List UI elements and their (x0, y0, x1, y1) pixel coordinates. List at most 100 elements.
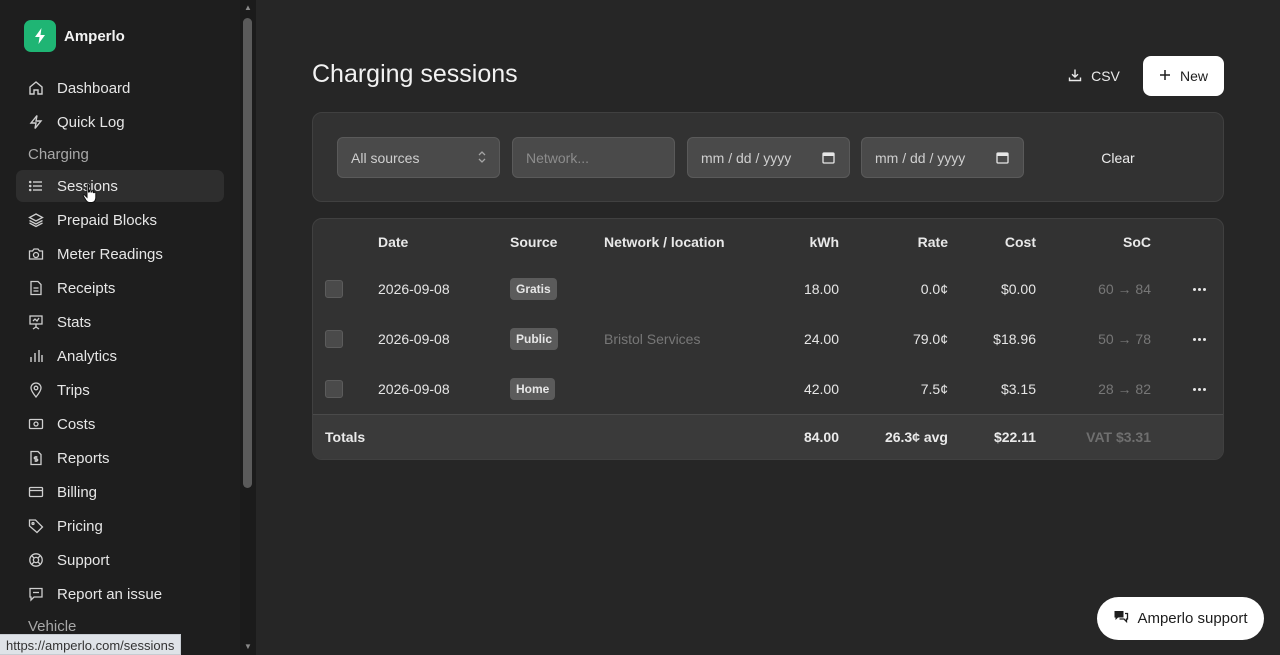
sidebar-item-analytics[interactable]: Analytics (16, 340, 224, 372)
cell-kwh: 18.00 (803, 281, 839, 297)
support-label: Amperlo support (1137, 610, 1248, 627)
sidebar-item-costs[interactable]: Costs (16, 408, 224, 440)
sidebar-item-sessions[interactable]: Sessions (16, 170, 224, 202)
table-row[interactable]: 2026-09-08 Public Bristol Services 24.00… (313, 314, 1223, 364)
totals-kwh: 84.00 (803, 429, 839, 445)
sidebar-item-support[interactable]: Support (16, 544, 224, 576)
lifebuoy-icon (28, 552, 44, 568)
column-header-soc[interactable]: SoC (1123, 234, 1151, 250)
status-bar-url: https://amperlo.com/sessions (0, 634, 182, 655)
cell-network: Bristol Services (604, 331, 701, 347)
row-checkbox[interactable] (325, 280, 343, 298)
source-badge: Gratis (510, 278, 557, 300)
sidebar-item-label: Dashboard (57, 79, 131, 97)
sidebar-nav: Dashboard Quick Log Charging Sessions Pr… (16, 72, 224, 642)
sidebar-item-label: Trips (57, 381, 90, 399)
sidebar-item-label: Receipts (57, 279, 116, 297)
zap-icon (28, 114, 44, 130)
sidebar-item-label: Meter Readings (57, 245, 163, 263)
sidebar-item-label: Quick Log (57, 113, 125, 131)
credit-card-icon (28, 484, 44, 500)
cell-rate: 79.0¢ (912, 331, 948, 347)
cell-date: 2026-09-08 (378, 281, 450, 297)
date-from-placeholder: mm / dd / yyyy (701, 149, 792, 166)
sidebar-item-reports[interactable]: Reports (16, 442, 224, 474)
scroll-up-icon[interactable]: ▲ (243, 3, 253, 13)
file-icon (28, 280, 44, 296)
sidebar-item-label: Stats (57, 313, 92, 331)
cell-rate: 0.0¢ (920, 281, 948, 297)
sidebar-item-pricing[interactable]: Pricing (16, 510, 224, 542)
sidebar-item-label: Support (57, 551, 110, 569)
new-session-button[interactable]: New (1143, 56, 1224, 96)
sidebar-item-billing[interactable]: Billing (16, 476, 224, 508)
cell-cost: $0.00 (1000, 281, 1036, 297)
sidebar-item-label: Costs (57, 415, 96, 433)
zap-logo-icon (24, 20, 56, 52)
sidebar-item-prepaid-blocks[interactable]: Prepaid Blocks (16, 204, 224, 236)
sidebar-item-label: Prepaid Blocks (57, 211, 158, 229)
column-header-rate[interactable]: Rate (918, 234, 948, 250)
cell-cost: $3.15 (1000, 381, 1036, 397)
row-checkbox[interactable] (325, 330, 343, 348)
app-name: Amperlo (64, 27, 125, 45)
layers-icon (28, 212, 44, 228)
network-input-placeholder: Network... (526, 149, 590, 166)
row-checkbox[interactable] (325, 380, 343, 398)
network-input[interactable]: Network... (512, 137, 675, 178)
tag-icon (28, 518, 44, 534)
source-badge: Public (510, 328, 559, 350)
calendar-icon[interactable] (996, 151, 1009, 167)
sidebar-item-trips[interactable]: Trips (16, 374, 224, 406)
sidebar-item-meter-readings[interactable]: Meter Readings (16, 238, 224, 270)
plus-icon (1159, 68, 1171, 84)
sidebar-item-dashboard[interactable]: Dashboard (16, 72, 224, 104)
table-row[interactable]: 2026-09-08 Home 42.00 7.5¢ $3.15 28 → 82 (313, 364, 1223, 414)
totals-rate: 26.3¢ avg (884, 429, 948, 445)
csv-label: CSV (1091, 68, 1120, 84)
scrollbar-thumb[interactable] (243, 18, 252, 488)
source-badge: Home (510, 378, 556, 400)
cell-soc: 28 → 82 (1098, 381, 1151, 397)
support-chat-button[interactable]: Amperlo support (1097, 597, 1264, 640)
column-header-date[interactable]: Date (378, 234, 408, 250)
date-from-input[interactable]: mm / dd / yyyy (687, 137, 850, 178)
more-actions-icon[interactable] (1189, 282, 1209, 296)
sidebar-item-label: Billing (57, 483, 98, 501)
camera-icon (28, 246, 44, 262)
filters-panel: All sources Network... mm / dd / yyyy mm… (312, 112, 1224, 202)
sidebar-item-report-issue[interactable]: Report an issue (16, 578, 224, 610)
chat-icon (1113, 609, 1129, 629)
column-header-cost[interactable]: Cost (1005, 234, 1036, 250)
scroll-down-icon[interactable]: ▼ (243, 642, 253, 652)
column-header-source[interactable]: Source (510, 234, 557, 250)
nav-section-charging: Charging (28, 145, 89, 163)
more-actions-icon[interactable] (1189, 382, 1209, 396)
chevron-up-down-icon (477, 149, 487, 168)
column-header-network[interactable]: Network / location (604, 234, 725, 250)
date-to-input[interactable]: mm / dd / yyyy (861, 137, 1024, 178)
table-row[interactable]: 2026-09-08 Gratis 18.00 0.0¢ $0.00 60 → … (313, 264, 1223, 314)
pointer-cursor-icon (82, 183, 98, 210)
page-title: Charging sessions (312, 60, 518, 88)
sidebar-item-stats[interactable]: Stats (16, 306, 224, 338)
sidebar: Amperlo Dashboard Quick Log Charging Ses… (0, 0, 240, 655)
more-actions-icon[interactable] (1189, 332, 1209, 346)
bar-chart-icon (28, 348, 44, 364)
new-label: New (1179, 68, 1208, 84)
clear-filters-button[interactable]: Clear (1085, 137, 1151, 178)
totals-label: Totals (325, 429, 366, 445)
calendar-icon[interactable] (822, 151, 835, 167)
message-icon (28, 586, 44, 602)
csv-export-button[interactable]: CSV (1058, 56, 1130, 96)
column-header-kwh[interactable]: kWh (809, 234, 839, 250)
cell-rate: 7.5¢ (920, 381, 948, 397)
brand[interactable]: Amperlo (24, 20, 125, 52)
home-icon (28, 80, 44, 96)
source-select[interactable]: All sources (337, 137, 500, 178)
totals-row: Totals 84.00 26.3¢ avg $22.11 VAT $3.31 (313, 415, 1223, 459)
sidebar-item-receipts[interactable]: Receipts (16, 272, 224, 304)
cell-kwh: 24.00 (803, 331, 839, 347)
totals-vat: VAT $3.31 (1086, 429, 1151, 445)
sidebar-item-quick-log[interactable]: Quick Log (16, 106, 224, 138)
